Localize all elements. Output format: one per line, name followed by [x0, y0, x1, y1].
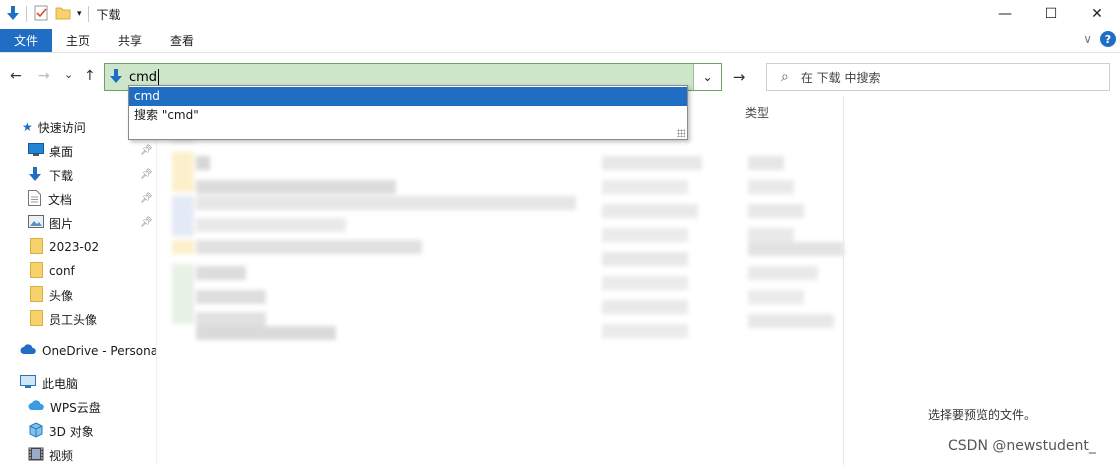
star-icon: ★	[22, 120, 33, 134]
cloud-icon	[28, 400, 45, 414]
back-button[interactable]: ←	[10, 68, 22, 84]
sidebar-item-3d-objects[interactable]: 3D 对象	[28, 420, 94, 442]
sidebar-item-onedrive[interactable]: OneDrive - Persona	[20, 340, 156, 362]
download-icon	[28, 166, 42, 185]
cloud-icon	[20, 344, 37, 358]
tab-home[interactable]: 主页	[52, 29, 104, 52]
text-caret	[158, 69, 160, 85]
search-input[interactable]: 在 下载 中搜索	[801, 69, 881, 86]
go-button[interactable]: →	[724, 63, 754, 91]
folder-icon	[30, 309, 43, 329]
sidebar-item-desktop[interactable]: 桌面	[28, 140, 73, 162]
sidebar-item-quick-access[interactable]: ★ 快速访问	[22, 116, 86, 138]
column-header-type[interactable]: 类型	[745, 104, 769, 121]
search-icon: ⌕	[781, 69, 789, 85]
folder-icon	[30, 261, 43, 281]
pin-icon[interactable]: 📌︎	[140, 145, 153, 156]
3d-objects-icon	[28, 421, 44, 441]
sidebar-item-label: 下载	[49, 168, 74, 183]
tab-file[interactable]: 文件	[0, 29, 52, 52]
autocomplete-item[interactable]: cmd	[129, 87, 687, 106]
sidebar-item-documents[interactable]: 文档	[28, 188, 72, 210]
pin-icon[interactable]: 📌︎	[140, 169, 153, 180]
watermark: CSDN @newstudent_	[948, 438, 1096, 454]
folder-icon	[30, 237, 43, 257]
sidebar-item-label: 图片	[49, 216, 74, 231]
sidebar-item-label: 3D 对象	[49, 424, 94, 439]
sidebar-item-downloads[interactable]: 下载	[28, 164, 73, 186]
sidebar-item-label: 快速访问	[37, 120, 86, 135]
sidebar-item-folder[interactable]: 头像	[30, 284, 73, 306]
sidebar-item-folder[interactable]: 员工头像	[30, 308, 97, 330]
sidebar-item-label: 员工头像	[49, 312, 98, 327]
picture-icon	[28, 215, 44, 231]
sidebar-item-label: OneDrive - Persona	[42, 344, 156, 358]
tab-share[interactable]: 共享	[104, 29, 156, 52]
address-dropdown-button[interactable]: ⌄	[693, 64, 721, 90]
ribbon-tabs: 文件 主页 共享 查看 ∨ ?	[0, 29, 1120, 53]
sidebar-item-label: 此电脑	[42, 376, 79, 391]
pin-icon[interactable]: 📌︎	[140, 217, 153, 228]
sidebar-item-wps-cloud[interactable]: WPS云盘	[28, 396, 101, 418]
sidebar-item-label: 2023-02	[49, 240, 100, 254]
qat-separator	[87, 6, 89, 22]
computer-icon	[20, 374, 36, 392]
quick-access-toolbar: ▾	[0, 0, 89, 28]
sidebar-item-label: 桌面	[49, 144, 74, 159]
qat-separator	[26, 6, 27, 22]
sidebar-item-label: 视频	[49, 448, 74, 463]
pin-icon[interactable]: 📌︎	[140, 193, 153, 204]
sidebar-item-this-pc[interactable]: 此电脑	[20, 372, 78, 394]
desktop-icon	[28, 143, 44, 159]
autocomplete-item[interactable]: 搜索 "cmd"	[129, 106, 687, 125]
document-icon	[28, 189, 41, 209]
close-button[interactable]: ✕	[1074, 0, 1120, 28]
recent-locations-button[interactable]: ⌄	[64, 68, 73, 81]
customize-qat-icon[interactable]: ▾	[77, 9, 82, 19]
address-autocomplete: cmd 搜索 "cmd"	[128, 85, 688, 140]
sidebar-item-label: 头像	[49, 288, 74, 303]
sidebar-item-label: WPS云盘	[50, 400, 101, 415]
forward-button[interactable]: →	[38, 68, 50, 84]
navigation-pane: ★ 快速访问 桌面 📌︎ 下载 📌︎ 文档 📌︎ 图片 📌︎ 2023-02 c…	[0, 110, 156, 465]
tab-view[interactable]: 查看	[156, 29, 208, 52]
sidebar-item-videos[interactable]: 视频	[28, 444, 73, 465]
preview-pane-divider[interactable]	[843, 96, 844, 465]
new-folder-icon[interactable]	[55, 6, 71, 23]
preview-pane-message: 选择要预览的文件。	[928, 408, 1037, 422]
ribbon-right: ∨ ?	[1083, 31, 1116, 47]
download-icon	[109, 68, 123, 87]
properties-icon[interactable]	[33, 5, 49, 24]
maximize-button[interactable]: ☐	[1028, 0, 1074, 28]
video-icon	[28, 447, 44, 464]
obscured-file-list	[160, 126, 850, 346]
download-folder-icon	[6, 5, 20, 24]
expand-ribbon-icon[interactable]: ∨	[1083, 32, 1092, 46]
search-box[interactable]: ⌕ 在 下载 中搜索	[766, 63, 1110, 91]
sidebar-item-label: conf	[49, 264, 75, 278]
resize-grip[interactable]	[677, 129, 685, 137]
window-controls: — ☐ ✕	[982, 0, 1120, 28]
address-input[interactable]: cmd	[129, 70, 157, 85]
folder-icon	[30, 285, 43, 305]
window-title: 下载	[96, 7, 121, 22]
up-button[interactable]: ↑	[84, 68, 96, 84]
help-icon[interactable]: ?	[1100, 31, 1116, 47]
sidebar-item-pictures[interactable]: 图片	[28, 212, 73, 234]
minimize-button[interactable]: —	[982, 0, 1028, 28]
sidebar-item-folder[interactable]: 2023-02	[30, 236, 99, 258]
sidebar-item-folder[interactable]: conf	[30, 260, 75, 282]
title-bar: ▾ 下载 — ☐ ✕	[0, 0, 1120, 28]
sidebar-item-label: 文档	[48, 192, 73, 207]
pane-divider[interactable]	[156, 96, 157, 465]
